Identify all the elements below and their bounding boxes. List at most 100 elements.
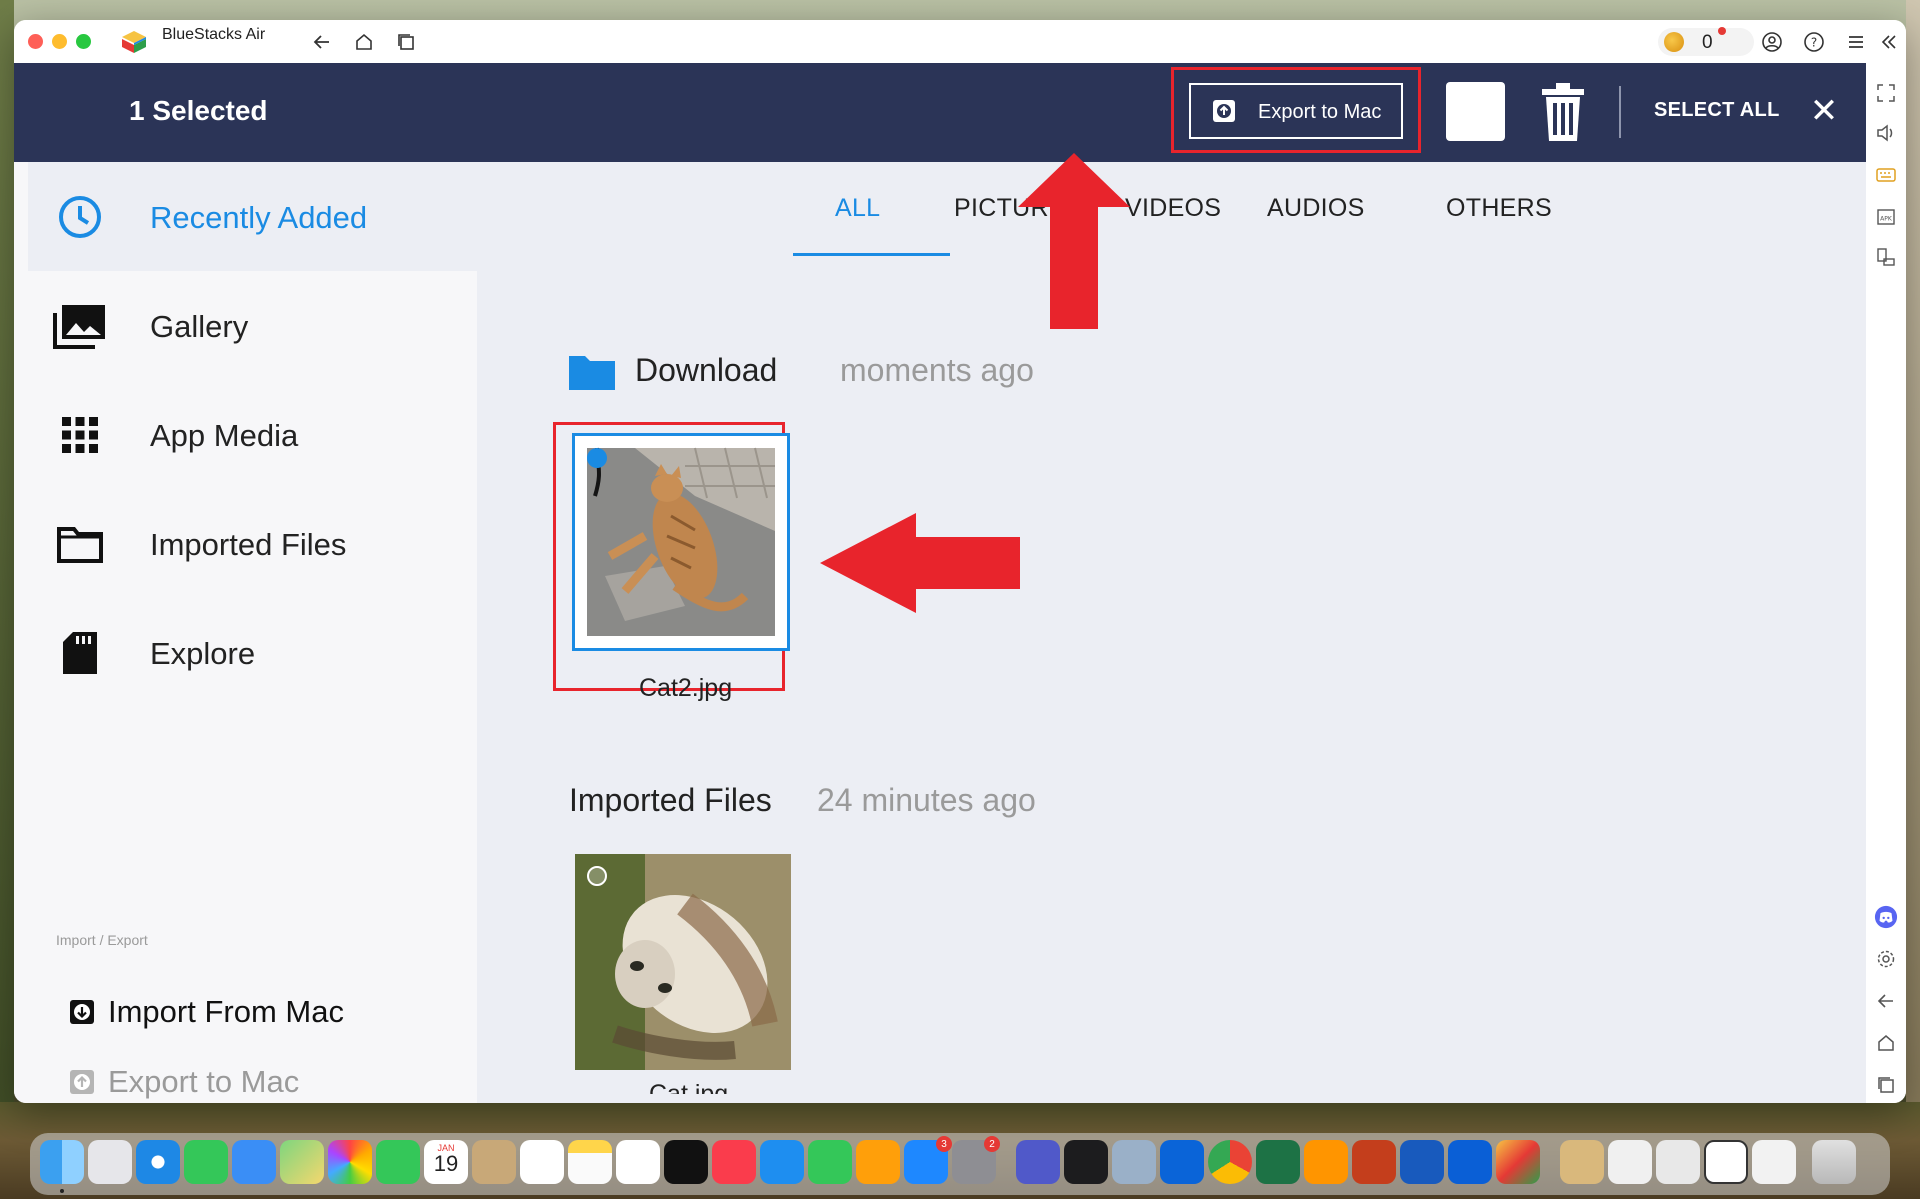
share-button[interactable] [1446, 82, 1505, 141]
document-thumbnail-3[interactable] [1752, 1140, 1796, 1184]
document-thumbnail-2[interactable] [1656, 1140, 1700, 1184]
apple-tv-icon[interactable] [664, 1140, 708, 1184]
home-icon[interactable] [352, 30, 376, 54]
word-icon[interactable] [1400, 1140, 1444, 1184]
close-selection-button[interactable]: ✕ [1804, 91, 1844, 131]
chrome-icon[interactable] [1208, 1140, 1252, 1184]
settings-gear-icon[interactable] [1874, 947, 1898, 971]
media-sidebar: Recently Added Gallery App Media Importe… [14, 162, 477, 1103]
sidebar-item-label: Gallery [150, 309, 249, 344]
archive-utility-icon[interactable] [1560, 1140, 1604, 1184]
export-icon [70, 1070, 94, 1094]
desktop-wallpaper-right [1906, 0, 1920, 1199]
sidebar-item-label: App Media [150, 418, 299, 453]
mail-icon[interactable] [232, 1140, 276, 1184]
window-thumbnail[interactable] [1704, 1140, 1748, 1184]
tab-others[interactable]: OTHERS [1446, 194, 1552, 223]
title-bar: BlueStacks Air 0 ? [14, 20, 1906, 63]
close-window-button[interactable] [28, 34, 43, 49]
coins-counter[interactable]: 0 [1658, 28, 1754, 56]
fullscreen-icon[interactable] [1874, 81, 1898, 105]
macos-dock: JAN 19 3 2 [30, 1133, 1890, 1195]
apk-install-icon[interactable]: APK [1874, 205, 1898, 229]
numbers-icon[interactable] [808, 1140, 852, 1184]
android-home-icon[interactable] [1874, 1031, 1898, 1055]
recent-apps-icon[interactable] [394, 30, 418, 54]
maps-icon[interactable] [280, 1140, 324, 1184]
running-indicator [60, 1189, 64, 1193]
notes-icon[interactable] [568, 1140, 612, 1184]
safari-icon[interactable] [136, 1140, 180, 1184]
app-title: BlueStacks Air [162, 26, 266, 43]
export-icon [1213, 100, 1235, 122]
freeform-icon[interactable] [616, 1140, 660, 1184]
powerpoint-icon[interactable] [1352, 1140, 1396, 1184]
reminders-icon[interactable] [520, 1140, 564, 1184]
minimize-window-button[interactable] [52, 34, 67, 49]
account-icon[interactable] [1760, 30, 1784, 54]
system-settings-icon[interactable]: 2 [952, 1136, 1000, 1184]
active-tab-indicator [793, 253, 950, 256]
bluestacks-window: BlueStacks Air 0 ? 1 Selected Export to … [14, 20, 1906, 1103]
collapse-sidebar-icon[interactable] [1876, 30, 1900, 54]
sidebar-item-label: Explore [150, 636, 256, 671]
tab-audios[interactable]: AUDIOS [1267, 194, 1365, 223]
media-content: ALL PICTURES VIDEOS AUDIOS OTHERS Downlo… [477, 162, 1866, 1103]
selected-count: 1 Selected [129, 95, 268, 126]
android-back-icon[interactable] [1874, 989, 1898, 1013]
music-icon[interactable] [712, 1140, 756, 1184]
tab-videos[interactable]: VIDEOS [1125, 194, 1221, 223]
clock-icon [52, 189, 108, 245]
file-thumbnail-cat2[interactable] [572, 433, 790, 651]
keyboard-icon[interactable] [1874, 163, 1898, 187]
rotate-screen-icon[interactable] [1874, 245, 1898, 269]
keynote-icon[interactable] [760, 1140, 804, 1184]
android-recents-icon[interactable] [1874, 1073, 1898, 1097]
outlook-icon[interactable] [1160, 1140, 1204, 1184]
help-icon[interactable]: ? [1802, 30, 1826, 54]
file-thumbnail-cat[interactable] [575, 854, 791, 1070]
bluestacks-dock-icon[interactable] [1496, 1140, 1540, 1184]
back-arrow-icon[interactable] [310, 30, 334, 54]
photos-icon[interactable] [328, 1140, 372, 1184]
preview-icon[interactable] [1112, 1140, 1156, 1184]
menu-icon[interactable] [1844, 30, 1868, 54]
app-store-icon[interactable]: 3 [904, 1136, 952, 1184]
volume-icon[interactable] [1874, 121, 1898, 145]
excel-icon[interactable] [1256, 1140, 1300, 1184]
finder-icon[interactable] [40, 1140, 84, 1184]
folder-icon [52, 516, 108, 572]
export-label: Export to Mac [108, 1064, 300, 1099]
launchpad-icon[interactable] [88, 1140, 132, 1184]
calendar-day: 19 [433, 1151, 459, 1176]
trash-icon[interactable] [1540, 81, 1586, 143]
import-from-mac-button[interactable]: Import From Mac [54, 988, 474, 1038]
terminal-icon[interactable] [1064, 1140, 1108, 1184]
zoom-window-button[interactable] [76, 34, 91, 49]
sidebar-export-to-mac-button[interactable]: Export to Mac [54, 1058, 474, 1103]
oracle-icon[interactable] [1448, 1140, 1492, 1184]
discord-icon[interactable] [1874, 905, 1898, 929]
facetime-icon[interactable] [376, 1140, 420, 1184]
teams-icon[interactable] [1016, 1140, 1060, 1184]
selected-check-icon[interactable] [587, 448, 607, 468]
unselected-check-icon[interactable] [587, 866, 607, 886]
books-icon[interactable] [1304, 1140, 1348, 1184]
tab-all[interactable]: ALL [835, 194, 880, 223]
sidebar-item-recently-added[interactable]: Recently Added [28, 162, 477, 271]
pages-icon[interactable] [856, 1140, 900, 1184]
sidebar-item-gallery[interactable]: Gallery [28, 271, 477, 380]
sidebar-item-app-media[interactable]: App Media [28, 380, 477, 489]
document-thumbnail-1[interactable] [1608, 1140, 1652, 1184]
messages-icon[interactable] [184, 1140, 228, 1184]
sidebar-item-imported-files[interactable]: Imported Files [28, 489, 477, 598]
trash-bin-icon[interactable] [1812, 1140, 1856, 1184]
contacts-icon[interactable] [472, 1140, 516, 1184]
group-title-imported: Imported Files [569, 782, 772, 818]
sidebar-item-explore[interactable]: Explore [28, 598, 477, 707]
bluestacks-logo-icon [122, 31, 146, 53]
select-all-button[interactable]: SELECT ALL [1654, 99, 1780, 122]
calendar-icon[interactable]: JAN 19 [424, 1140, 468, 1184]
export-to-mac-button[interactable]: Export to Mac [1189, 83, 1403, 139]
settings-badge: 2 [984, 1136, 1000, 1152]
